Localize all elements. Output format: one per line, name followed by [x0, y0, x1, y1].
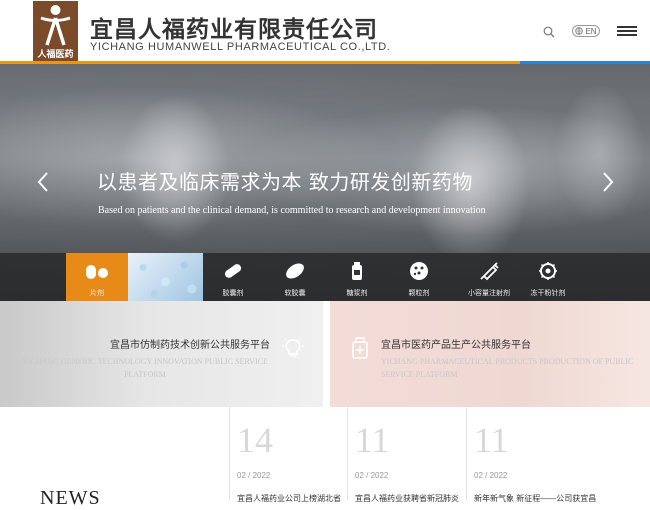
logo-subtitle: 人福医药	[37, 49, 74, 59]
news-day: 11	[355, 420, 390, 460]
globe-icon	[575, 27, 584, 35]
menu-icon[interactable]	[617, 26, 637, 36]
news-title: 新年新气象 新征程——公司获宜昌	[474, 494, 597, 503]
company-logo[interactable]: 人福医药	[33, 1, 78, 61]
tablet-icon	[86, 265, 108, 279]
news-item[interactable]: 14 02 / 2022 宜昌人福药业公司上榜湖北省	[229, 407, 347, 503]
platform-subtitle-en: YICHANG GENERIC TECHNOLOGY INNOVATION PU…	[22, 357, 268, 379]
news-item[interactable]: 11 02 / 2022 新年新气象 新征程——公司获宜昌	[466, 407, 596, 503]
product-label: 小容量注射剂	[468, 290, 510, 297]
news-date: 02 / 2022	[355, 471, 389, 480]
product-tab-injection[interactable]: 小容量注射剂	[458, 253, 520, 301]
next-slide-arrow-icon[interactable]	[601, 170, 615, 194]
product-tab-powder-injection[interactable]: 冻干粉针剂	[517, 253, 579, 301]
company-name-cn: 宜昌人福药业有限责任公司	[90, 17, 378, 43]
news-title: 宜昌人福药业公司上榜湖北省	[237, 494, 341, 503]
platform-title: 宜昌市医药产品生产公共服务平台	[381, 340, 531, 351]
product-label: 片剂	[90, 290, 104, 297]
medicine-bottle-icon	[352, 337, 368, 359]
site-header: 人福医药 宜昌人福药业有限责任公司 YICHANG HUMANWELL PHAR…	[0, 0, 650, 63]
prev-slide-arrow-icon[interactable]	[36, 170, 50, 194]
powder-injection-icon	[539, 262, 557, 280]
product-tab-softgel[interactable]: 软胶囊	[264, 253, 326, 301]
softgel-icon	[286, 263, 304, 279]
product-label: 糖浆剂	[346, 290, 368, 297]
search-icon[interactable]	[543, 26, 555, 38]
news-heading: NEWS	[40, 487, 101, 509]
product-label: 冻干粉针剂	[530, 290, 566, 297]
product-tab-granules[interactable]: 颗粒剂	[388, 253, 450, 301]
platform-card-generic-innovation[interactable]	[0, 301, 323, 407]
news-title: 宜昌人福药业获聘省新冠肺炎	[355, 494, 459, 503]
syrup-bottle-icon	[352, 262, 362, 280]
product-tab-capsule[interactable]: 胶囊剂	[202, 253, 264, 301]
banner-title: 以患者及临床需求为本 致力研发创新药物	[97, 170, 473, 194]
platform-card-production[interactable]	[330, 301, 650, 407]
platform-title: 宜昌市仿制药技术创新公共服务平台	[110, 340, 270, 351]
capsule-icon	[224, 264, 242, 278]
news-day: 14	[237, 420, 273, 460]
granules-icon	[410, 262, 428, 280]
language-switch-button[interactable]: EN	[572, 25, 600, 37]
lightbulb-icon	[282, 338, 304, 357]
syringe-icon	[480, 262, 499, 281]
news-item[interactable]: 11 02 / 2022 宜昌人福药业获聘省新冠肺炎	[347, 407, 465, 503]
product-tab-tablet[interactable]: 片剂	[66, 253, 128, 301]
news-date: 02 / 2022	[237, 471, 271, 480]
company-name-en: YICHANG HUMANWELL PHARMACEUTICAL CO.,LTD…	[90, 41, 391, 53]
tablet-product-image	[128, 253, 203, 301]
product-label: 颗粒剂	[408, 290, 430, 297]
humanwell-logo-mark	[40, 5, 71, 46]
platform-subtitle-en: YICHANG PHARMACEUTICAL PRODUCTS PRODUCTI…	[381, 357, 634, 379]
banner-subtitle: Based on patients and the clinical deman…	[98, 205, 486, 216]
product-label: 软胶囊	[284, 290, 306, 297]
product-label: 胶囊剂	[222, 290, 244, 297]
language-label: EN	[585, 26, 597, 36]
news-date: 02 / 2022	[474, 471, 508, 480]
news-day: 11	[474, 420, 509, 460]
product-tab-syrup[interactable]: 糖浆剂	[326, 253, 388, 301]
